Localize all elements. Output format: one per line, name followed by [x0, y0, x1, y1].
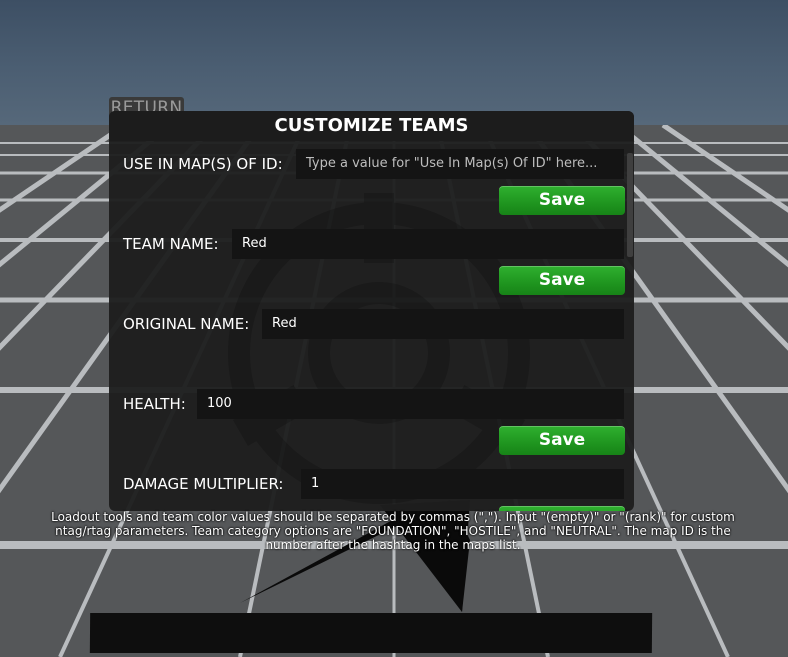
- label-health: HEALTH:: [123, 395, 186, 413]
- team-name-input[interactable]: Red: [232, 229, 624, 259]
- save-button-health[interactable]: Save: [499, 426, 625, 455]
- save-button-use-in-maps[interactable]: Save: [499, 186, 625, 215]
- damage-multiplier-input[interactable]: 1: [301, 469, 624, 499]
- label-original-name: ORIGINAL NAME:: [123, 315, 250, 333]
- label-use-in-maps: USE IN MAP(S) OF ID:: [123, 155, 283, 173]
- panel-scroll-area[interactable]: USE IN MAP(S) OF ID: Type a value for "U…: [109, 143, 634, 511]
- scp-foundation-logo-icon: [228, 193, 530, 504]
- instructions-note: Loadout tools and team color values shou…: [51, 510, 735, 552]
- floor-slab: [89, 613, 653, 653]
- panel-title: CUSTOMIZE TEAMS: [109, 111, 634, 141]
- save-button-team-name[interactable]: Save: [499, 266, 625, 295]
- label-damage-multiplier: DAMAGE MULTIPLIER:: [123, 475, 284, 493]
- use-in-maps-input[interactable]: Type a value for "Use In Map(s) Of ID" h…: [296, 149, 624, 179]
- health-input[interactable]: 100: [197, 389, 624, 419]
- customize-teams-panel: CUSTOMIZE TEAMS USE IN MAP(S) OF ID: Typ…: [109, 111, 634, 511]
- label-team-name: TEAM NAME:: [123, 235, 219, 253]
- scrollbar[interactable]: [627, 153, 633, 257]
- original-name-input[interactable]: Red: [262, 309, 624, 339]
